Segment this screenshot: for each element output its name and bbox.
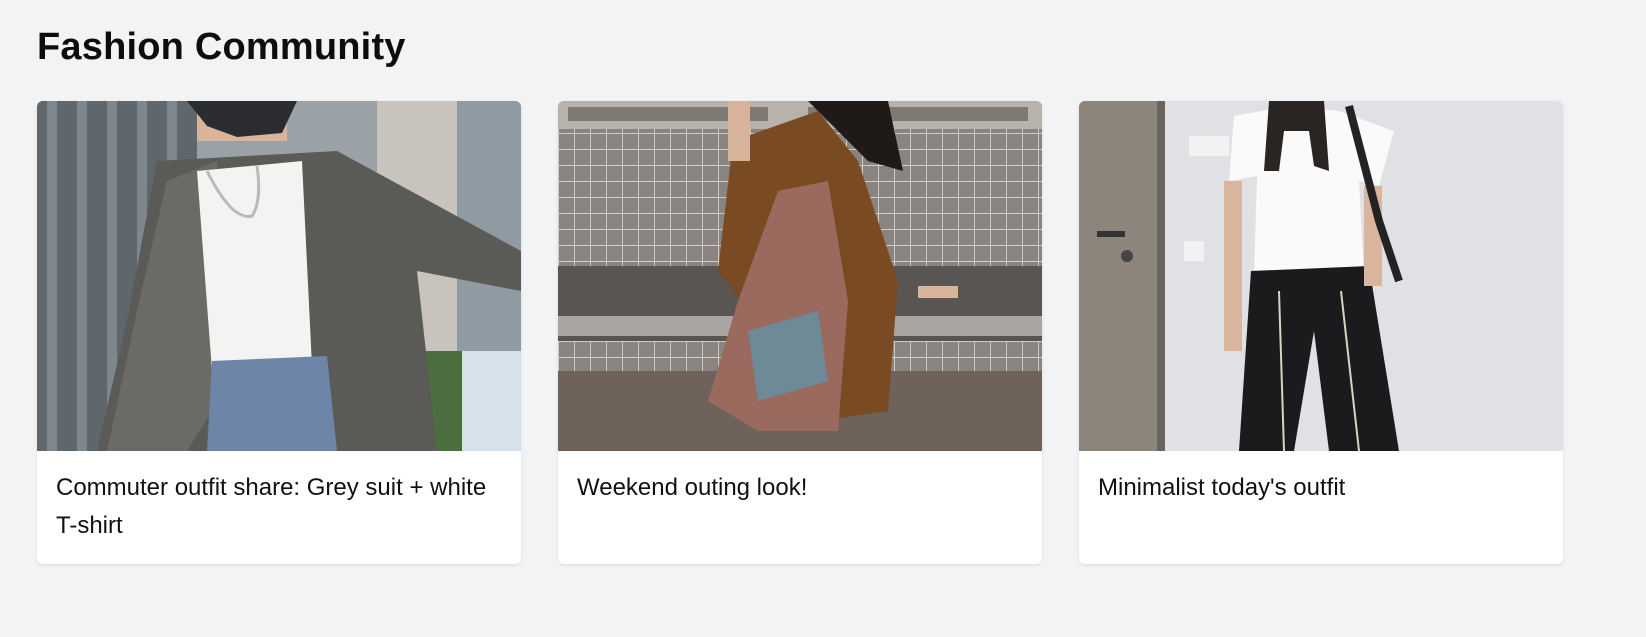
post-image[interactable] (1079, 101, 1563, 451)
post-card[interactable]: Minimalist today's outfit (1079, 101, 1563, 564)
page: Fashion Community Commuter outfit share:… (0, 0, 1646, 637)
post-caption: Minimalist today's outfit (1098, 474, 1346, 501)
post-image[interactable] (558, 101, 1042, 451)
post-caption: Commuter outfit share: Grey suit + white… (56, 474, 487, 539)
post-caption: Weekend outing look! (577, 474, 808, 501)
post-card[interactable]: Weekend outing look! (558, 101, 1042, 564)
post-image[interactable] (37, 101, 521, 451)
post-grid: Commuter outfit share: Grey suit + white… (37, 101, 1563, 564)
post-card[interactable]: Commuter outfit share: Grey suit + white… (37, 101, 521, 564)
page-title: Fashion Community (37, 26, 406, 68)
